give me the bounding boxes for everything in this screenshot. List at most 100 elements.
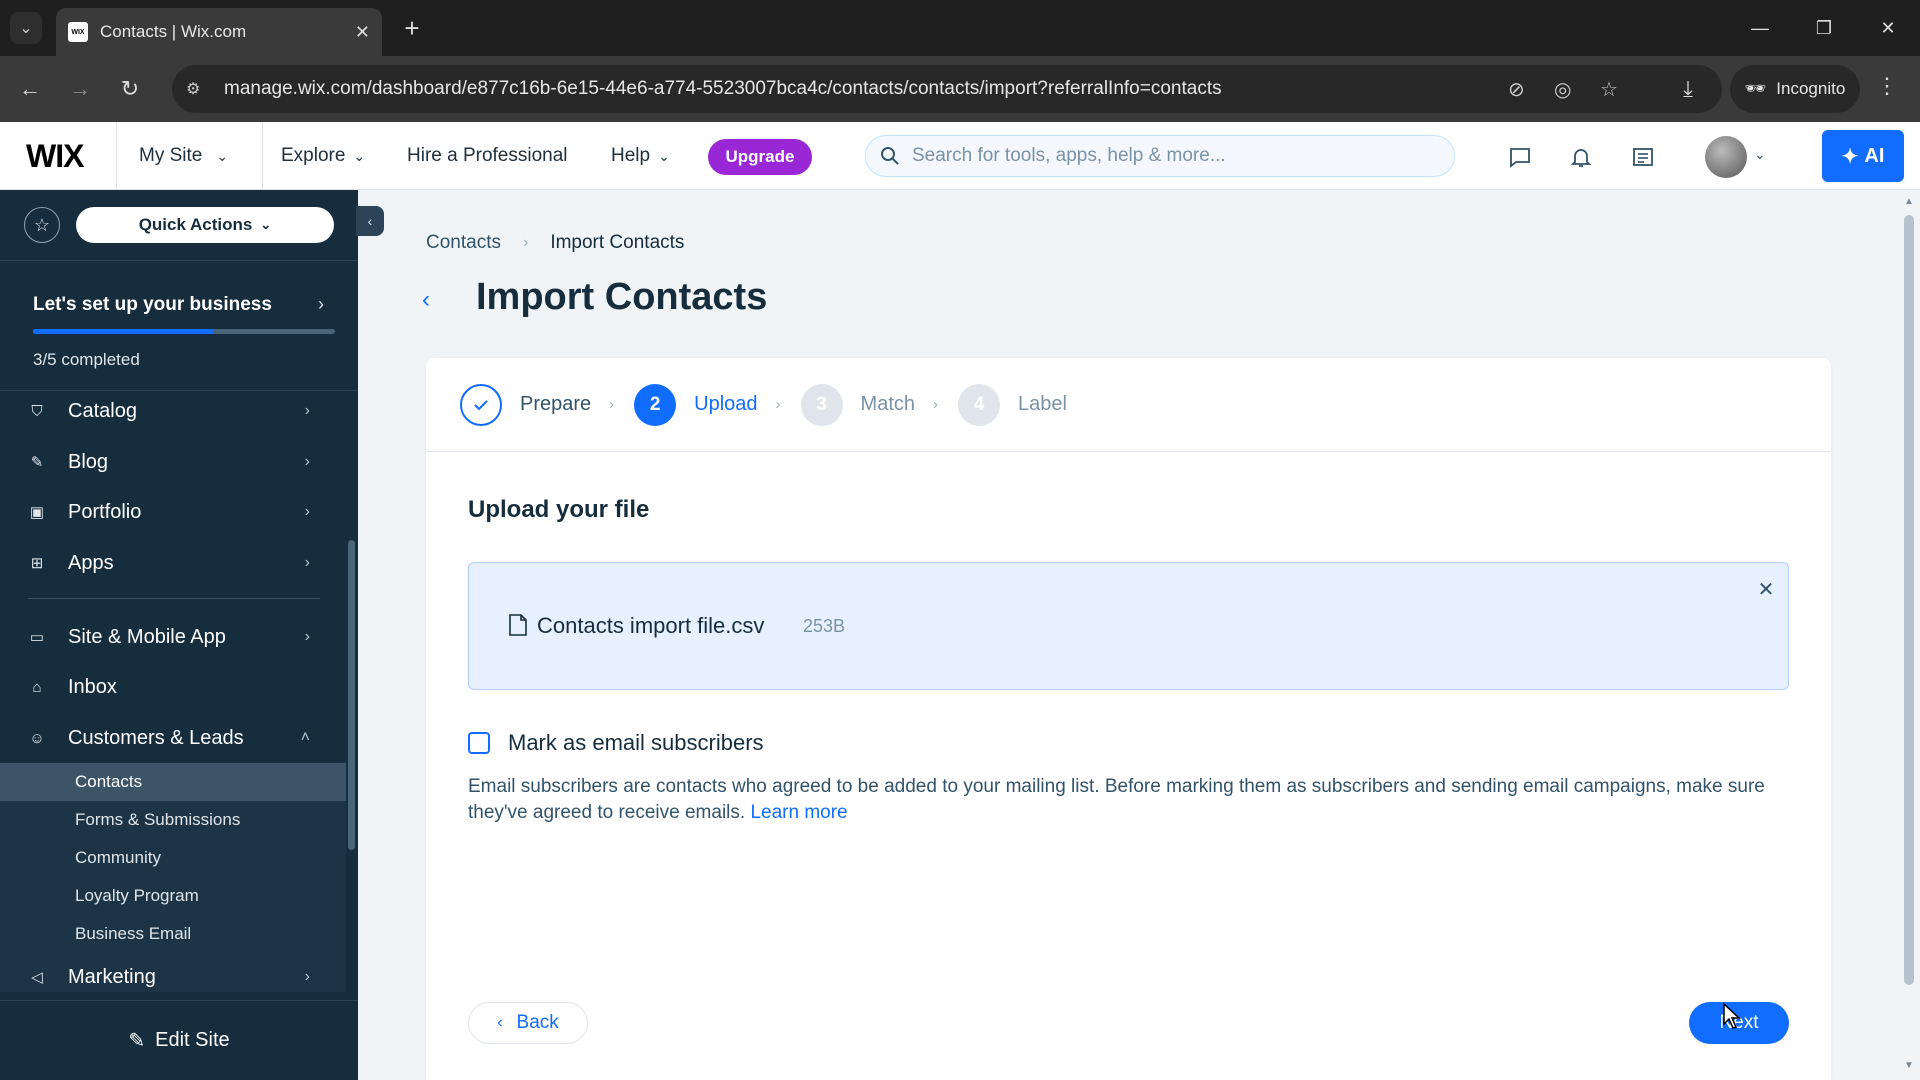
breadcrumb-contacts-link[interactable]: Contacts — [426, 232, 501, 254]
import-card: Prepare › 2 Upload › 3 Match › 4 Label U… — [426, 358, 1831, 1080]
help-label: Help — [611, 145, 651, 166]
url-field[interactable]: ⚙ manage.wix.com/dashboard/e877c16b-6e15… — [172, 65, 1722, 113]
uploaded-file-box: Contacts import file.csv 253B ✕ — [468, 562, 1789, 690]
wix-logo[interactable]: WIX — [26, 138, 84, 175]
divider — [262, 122, 263, 190]
sidebar-item-inbox[interactable]: ⌂ Inbox — [0, 663, 340, 711]
chevron-right-icon: › — [304, 453, 310, 470]
step-upload[interactable]: 2 Upload › — [634, 383, 786, 426]
email-subscribers-checkbox[interactable] — [468, 732, 490, 754]
sidebar-item-portfolio[interactable]: ▣ Portfolio › — [0, 488, 340, 536]
hire-professional-link[interactable]: Hire a Professional — [407, 122, 568, 190]
ai-assistant-button[interactable]: ✦ AI — [1822, 130, 1904, 182]
scroll-down-arrow[interactable]: ▼ — [1904, 1060, 1914, 1071]
newsfeed-icon[interactable] — [1628, 142, 1658, 172]
collapse-sidebar-button[interactable]: ‹ — [356, 206, 384, 236]
sidebar-item-blog[interactable]: ✎ Blog › — [0, 438, 340, 486]
site-info-icon[interactable]: ⚙ — [186, 79, 214, 99]
sidebar-item-site-mobile-app[interactable]: ▭ Site & Mobile App › — [0, 613, 340, 661]
quick-actions-button[interactable]: Quick Actions ⌄ — [76, 207, 334, 243]
my-site-dropdown[interactable]: My Site ⌄ — [139, 122, 228, 190]
minimize-button[interactable]: — — [1740, 10, 1780, 46]
new-tab-button[interactable]: + — [396, 12, 428, 44]
star-icon[interactable]: ☆ — [24, 207, 60, 243]
chevron-right-icon: › — [304, 503, 310, 520]
browser-address-bar: ← → ↻ ⚙ manage.wix.com/dashboard/e877c16… — [0, 56, 1920, 122]
chevron-right-icon: › — [775, 396, 781, 413]
chevron-right-icon: › — [304, 402, 310, 419]
chevron-right-icon[interactable]: › — [318, 294, 324, 315]
close-icon[interactable]: ✕ — [1754, 577, 1778, 601]
wix-top-bar: WIX My Site ⌄ Explore ⌄ Hire a Professio… — [0, 122, 1920, 190]
breadcrumb: Contacts › Import Contacts — [426, 232, 684, 254]
chevron-right-icon: › — [609, 396, 615, 413]
setup-business-link[interactable]: Let's set up your business — [33, 294, 272, 316]
divider — [116, 122, 117, 190]
hire-label: Hire a Professional — [407, 145, 568, 166]
sidebar-item-apps[interactable]: ⊞ Apps › — [0, 539, 340, 587]
eye-off-icon[interactable]: ◎ — [1554, 65, 1571, 113]
edit-site-label: Edit Site — [155, 1029, 230, 1051]
file-size: 253B — [803, 616, 846, 636]
step-label: Prepare — [520, 393, 592, 415]
browser-tab[interactable]: WIX Contacts | Wix.com ✕ — [56, 8, 382, 56]
description-text: Email subscribers are contacts who agree… — [468, 776, 1765, 823]
file-icon — [509, 614, 527, 636]
submenu-item-forms[interactable]: Forms & Submissions — [75, 801, 240, 839]
incognito-badge[interactable]: 🕶 Incognito — [1730, 65, 1860, 113]
tab-search-dropdown[interactable]: ⌄ — [10, 12, 42, 44]
ai-label: AI — [1864, 144, 1885, 167]
url-text: manage.wix.com/dashboard/e877c16b-6e15-4… — [224, 78, 1222, 99]
search-input[interactable] — [912, 145, 1412, 167]
catalog-icon: ⛉ — [31, 402, 43, 420]
step-prepare[interactable]: Prepare › — [460, 383, 620, 426]
sidebar-item-catalog[interactable]: ⛉ Catalog › — [0, 387, 340, 435]
forward-nav-button[interactable]: → — [64, 73, 96, 105]
submenu-active-highlight — [0, 763, 346, 801]
sidebar-item-label: Marketing — [68, 965, 156, 988]
portfolio-icon: ▣ — [29, 504, 45, 521]
edit-site-button[interactable]: ✎ Edit Site — [0, 1000, 358, 1080]
back-arrow-icon[interactable]: ‹ — [422, 286, 430, 314]
search-icon — [881, 147, 899, 165]
checkbox-label[interactable]: Mark as email subscribers — [508, 730, 764, 756]
file-name: Contacts import file.csv — [537, 613, 765, 638]
chevron-down-icon[interactable]: ⌄ — [1754, 146, 1766, 163]
sidebar-item-label: Customers & Leads — [68, 726, 244, 749]
restore-button[interactable]: ❐ — [1804, 10, 1844, 46]
help-dropdown[interactable]: Help ⌄ — [611, 122, 670, 190]
back-button[interactable]: ‹ Back — [468, 1002, 588, 1044]
submenu-item-business-email[interactable]: Business Email — [75, 915, 191, 953]
bookmark-star-icon[interactable]: ☆ — [1600, 65, 1618, 113]
browser-tab-bar: ⌄ WIX Contacts | Wix.com ✕ + — ❐ ✕ — [0, 0, 1920, 56]
sidebar-item-marketing[interactable]: ◁ Marketing › — [0, 953, 340, 1001]
browser-menu-icon[interactable]: ⋮ — [1876, 73, 1898, 99]
scrollbar-thumb[interactable] — [1904, 215, 1914, 985]
sidebar: ☆ Quick Actions ⌄ Let's set up your busi… — [0, 190, 358, 1080]
scroll-up-arrow[interactable]: ▲ — [1904, 196, 1914, 207]
section-title: Upload your file — [468, 496, 650, 523]
tab-title: Contacts | Wix.com — [100, 22, 247, 41]
back-nav-button[interactable]: ← — [14, 73, 46, 105]
camera-off-icon[interactable]: ⊘ — [1508, 65, 1525, 113]
submenu-item-community[interactable]: Community — [75, 839, 161, 877]
sidebar-item-customers-leads[interactable]: ☺ Customers & Leads ˄ — [0, 714, 340, 762]
download-icon[interactable]: ⤓ — [1672, 73, 1704, 105]
close-window-button[interactable]: ✕ — [1868, 10, 1908, 46]
submenu-item-contacts[interactable]: Contacts — [75, 763, 142, 801]
tab-close-icon[interactable]: ✕ — [355, 22, 370, 43]
chevron-right-icon: › — [933, 396, 939, 413]
submenu-item-loyalty[interactable]: Loyalty Program — [75, 877, 199, 915]
upgrade-button[interactable]: Upgrade — [708, 139, 812, 175]
chat-icon[interactable] — [1505, 142, 1535, 172]
bell-icon[interactable] — [1566, 142, 1596, 172]
avatar[interactable] — [1705, 136, 1747, 178]
step-label: Label — [1018, 393, 1067, 415]
explore-dropdown[interactable]: Explore ⌄ — [281, 122, 365, 190]
search-bar[interactable] — [865, 135, 1455, 177]
learn-more-link[interactable]: Learn more — [750, 802, 847, 823]
sidebar-item-label: Blog — [68, 450, 109, 473]
reload-button[interactable]: ↻ — [114, 73, 146, 105]
sidebar-scrollbar[interactable] — [348, 540, 355, 850]
wix-favicon-icon: WIX — [68, 22, 88, 42]
